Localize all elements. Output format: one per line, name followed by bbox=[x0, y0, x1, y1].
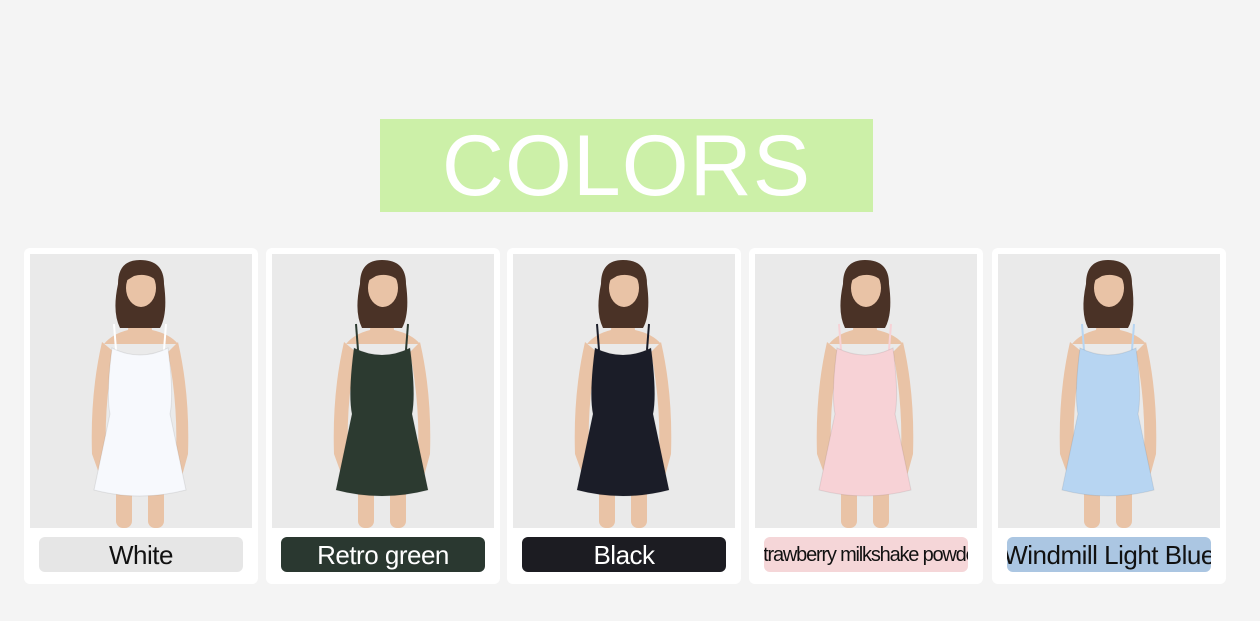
color-name: Strawberry milkshake powder bbox=[764, 543, 968, 566]
color-name: White bbox=[109, 539, 173, 570]
color-name: Black bbox=[593, 539, 655, 570]
banner-title: COLORS bbox=[441, 117, 812, 214]
color-card-strawberry-milkshake-powder[interactable]: Strawberry milkshake powder bbox=[749, 248, 983, 584]
color-label-windmill-light-blue[interactable]: Windmill Light Blue bbox=[1007, 537, 1211, 572]
colors-banner: COLORS bbox=[380, 119, 873, 212]
color-label-retro-green[interactable]: Retro green bbox=[281, 537, 485, 572]
product-photo-strawberry-milkshake-powder bbox=[755, 254, 977, 528]
product-photo-windmill-light-blue bbox=[998, 254, 1220, 528]
product-photo-retro-green bbox=[272, 254, 494, 528]
color-card-retro-green[interactable]: Retro green bbox=[266, 248, 500, 584]
color-card-white[interactable]: White bbox=[24, 248, 258, 584]
product-photo-black bbox=[513, 254, 735, 528]
color-label-strawberry-milkshake-powder[interactable]: Strawberry milkshake powder bbox=[764, 537, 968, 572]
product-photo-white bbox=[30, 254, 252, 528]
color-card-windmill-light-blue[interactable]: Windmill Light Blue bbox=[992, 248, 1226, 584]
color-card-black[interactable]: Black bbox=[507, 248, 741, 584]
color-name: Retro green bbox=[317, 539, 449, 570]
color-name: Windmill Light Blue bbox=[1007, 539, 1211, 570]
color-label-white[interactable]: White bbox=[39, 537, 243, 572]
color-label-black[interactable]: Black bbox=[522, 537, 726, 572]
